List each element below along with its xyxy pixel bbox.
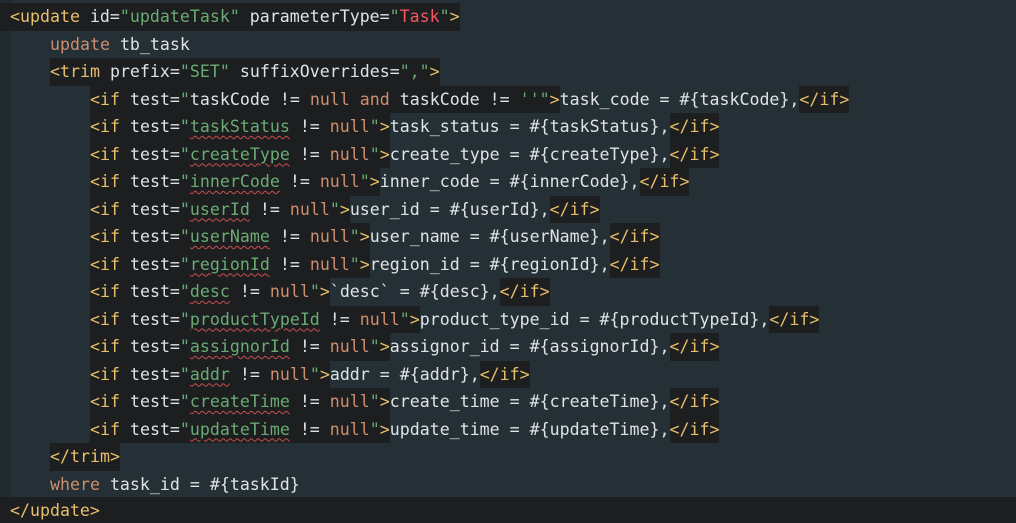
code-line-18[interactable]: where task_id = #{taskId} <box>0 471 300 499</box>
where-keyword: where <box>50 474 100 494</box>
code-line-16[interactable]: <if test="updateTime != null">update_tim… <box>0 415 720 443</box>
code-line-17[interactable]: </trim> <box>0 443 120 471</box>
code-line-8[interactable]: <if test="userId != null">user_id = #{us… <box>0 195 600 223</box>
trim-open-tag: <trim <box>50 62 110 81</box>
trim-close-tag: </trim> <box>50 447 120 466</box>
code-line-2[interactable]: update tb_task <box>0 31 190 59</box>
code-line-12[interactable]: <if test="productTypeId != null">product… <box>0 305 820 333</box>
code-line-13[interactable]: <if test="assignorId != null">assignor_i… <box>0 333 720 361</box>
update-keyword: update <box>50 34 110 54</box>
code-line-3[interactable]: <trim prefix="SET" suffixOverrides=","> <box>0 58 440 86</box>
code-line-14[interactable]: <if test="addr != null">addr = #{addr},<… <box>0 360 530 388</box>
code-line-11[interactable]: <if test="desc != null">`desc` = #{desc}… <box>0 278 550 306</box>
code-line-9[interactable]: <if test="userName != null">user_name = … <box>0 223 660 251</box>
parameter-type-value: Task <box>399 7 440 26</box>
code-line-19[interactable]: </update> <box>0 497 1016 523</box>
update-close-tag: </update> <box>10 501 100 520</box>
code-line-15[interactable]: <if test="createTime != null">create_tim… <box>0 388 720 416</box>
code-line-4[interactable]: <if test="taskCode != null and taskCode … <box>0 85 850 113</box>
code-editor[interactable]: <update id="updateTask" parameterType="T… <box>0 0 1016 523</box>
code-line-7[interactable]: <if test="innerCode != null">inner_code … <box>0 168 690 196</box>
code-line-1[interactable]: <update id="updateTask" parameterType="T… <box>0 3 460 31</box>
code-line-5[interactable]: <if test="taskStatus != null">task_statu… <box>0 113 720 141</box>
code-line-6[interactable]: <if test="createType != null">create_typ… <box>0 140 720 168</box>
update-open-tag: <update <box>10 7 90 26</box>
code-line-10[interactable]: <if test="regionId != null">region_id = … <box>0 250 660 278</box>
